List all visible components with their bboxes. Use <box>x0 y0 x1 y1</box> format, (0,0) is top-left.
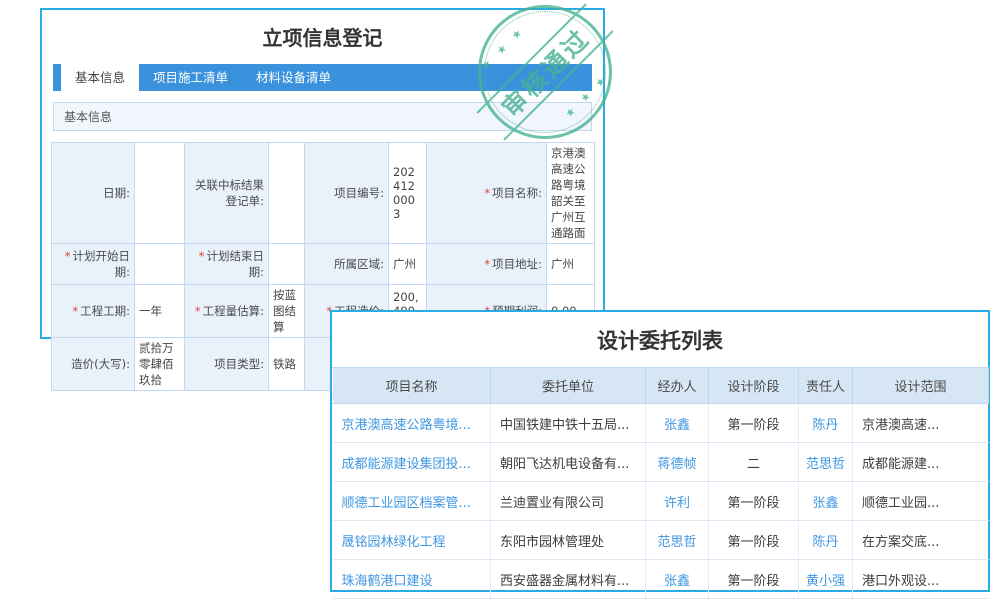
responsible-person-link[interactable]: 陈丹 <box>812 535 838 550</box>
field-label-date: 日期: <box>52 143 135 244</box>
entrusting-unit-cell: 兰迪置业有限公司 <box>491 482 646 521</box>
required-star: * <box>199 249 205 263</box>
project-name-link[interactable]: 成都能源建设集团投... <box>342 457 471 472</box>
field-value-project-duration: 一年 <box>135 285 185 338</box>
handler-link[interactable]: 范思哲 <box>657 535 696 550</box>
field-label-project-duration: *工程工期: <box>52 285 135 338</box>
field-value-project-type: 铁路 <box>269 338 305 391</box>
field-value-cost-in-words: 贰拾万零肆佰玖拾 <box>135 338 185 391</box>
field-label-project-address: *项目地址: <box>427 244 547 285</box>
field-value-project-address: 广州 <box>547 244 595 285</box>
field-value-project-number: 2024120003 <box>389 143 427 244</box>
design-stage-cell: 第一阶段 <box>709 404 799 443</box>
table-row: 晟铭园林绿化工程 东阳市园林管理处 范思哲 第一阶段 陈丹 在方案交底... <box>333 521 989 560</box>
design-stage-cell: 第一阶段 <box>709 521 799 560</box>
tab-bar: 基本信息 项目施工清单 材料设备清单 <box>53 64 592 91</box>
required-star: * <box>72 304 78 318</box>
field-label-region: 所属区域: <box>305 244 389 285</box>
field-label-project-type: 项目类型: <box>185 338 269 391</box>
form-row: 日期: 关联中标结果登记单: 项目编号: 2024120003 *项目名称: 京… <box>52 143 595 244</box>
field-label-cost-in-words: 造价(大写): <box>52 338 135 391</box>
field-value-linked-bid-result <box>269 143 305 244</box>
col-header-responsible-person: 责任人 <box>799 368 853 404</box>
field-label-project-name: *项目名称: <box>427 143 547 244</box>
tab-material-equipment-list[interactable]: 材料设备清单 <box>242 64 345 91</box>
table-row: 京港澳高速公路粤境... 中国铁建中铁十五局... 张鑫 第一阶段 陈丹 京港澳… <box>333 404 989 443</box>
responsible-person-link[interactable]: 范思哲 <box>806 457 845 472</box>
required-star: * <box>484 186 490 200</box>
design-stage-cell: 第一阶段 <box>709 482 799 521</box>
responsible-person-link[interactable]: 张鑫 <box>812 496 838 511</box>
design-list-title: 设计委托列表 <box>332 312 988 367</box>
project-name-link[interactable]: 珠海鹤港口建设 <box>342 574 433 589</box>
handler-link[interactable]: 张鑫 <box>664 574 690 589</box>
required-star: * <box>65 249 71 263</box>
field-label-quantity-estimate: *工程量估算: <box>185 285 269 338</box>
design-list-panel: 设计委托列表 项目名称 委托单位 经办人 设计阶段 责任人 设计范围 京港澳高速… <box>330 310 990 592</box>
field-value-project-name: 京港澳高速公路粤境韶关至广州互通路面 <box>547 143 595 244</box>
col-header-project-name: 项目名称 <box>333 368 491 404</box>
field-value-region: 广州 <box>389 244 427 285</box>
design-scope-cell: 顺德工业园... <box>853 482 989 521</box>
col-header-design-stage: 设计阶段 <box>709 368 799 404</box>
table-row: 顺德工业园区档案管... 兰迪置业有限公司 许利 第一阶段 张鑫 顺德工业园..… <box>333 482 989 521</box>
col-header-entrusting-unit: 委托单位 <box>491 368 646 404</box>
required-star: * <box>195 304 201 318</box>
handler-link[interactable]: 张鑫 <box>664 418 690 433</box>
field-label-project-number: 项目编号: <box>305 143 389 244</box>
project-name-link[interactable]: 晟铭园林绿化工程 <box>342 535 446 550</box>
registration-panel: 立项信息登记 基本信息 项目施工清单 材料设备清单 基本信息 日期: 关联中标结… <box>40 8 605 339</box>
field-label-linked-bid-result: 关联中标结果登记单: <box>185 143 269 244</box>
design-stage-cell: 第一阶段 <box>709 560 799 599</box>
form-row: *计划开始日期: *计划结束日期: 所属区域: 广州 *项目地址: 广州 <box>52 244 595 285</box>
entrusting-unit-cell: 朝阳飞达机电设备有... <box>491 443 646 482</box>
project-name-link[interactable]: 顺德工业园区档案管... <box>342 496 471 511</box>
field-value-plan-start-date <box>135 244 185 285</box>
responsible-person-link[interactable]: 黄小强 <box>806 574 845 589</box>
design-list-header-row: 项目名称 委托单位 经办人 设计阶段 责任人 设计范围 <box>333 368 989 404</box>
tab-construction-list[interactable]: 项目施工清单 <box>139 64 242 91</box>
handler-link[interactable]: 许利 <box>664 496 690 511</box>
design-list-table: 项目名称 委托单位 经办人 设计阶段 责任人 设计范围 京港澳高速公路粤境...… <box>332 367 989 599</box>
project-name-link[interactable]: 京港澳高速公路粤境... <box>342 418 471 433</box>
design-scope-cell: 港口外观设... <box>853 560 989 599</box>
table-row: 成都能源建设集团投... 朝阳飞达机电设备有... 蒋德帧 二 范思哲 成都能源… <box>333 443 989 482</box>
design-scope-cell: 京港澳高速... <box>853 404 989 443</box>
field-value-plan-end-date <box>269 244 305 285</box>
field-value-quantity-estimate: 按蓝图结算 <box>269 285 305 338</box>
handler-link[interactable]: 蒋德帧 <box>657 457 696 472</box>
design-stage-cell: 二 <box>709 443 799 482</box>
required-star: * <box>484 257 490 271</box>
tab-basic-info[interactable]: 基本信息 <box>61 64 139 91</box>
section-header-basic-info: 基本信息 <box>53 102 592 131</box>
design-scope-cell: 成都能源建... <box>853 443 989 482</box>
field-label-plan-start-date: *计划开始日期: <box>52 244 135 285</box>
col-header-design-scope: 设计范围 <box>853 368 989 404</box>
col-header-handler: 经办人 <box>646 368 709 404</box>
design-scope-cell: 在方案交底... <box>853 521 989 560</box>
field-value-date <box>135 143 185 244</box>
entrusting-unit-cell: 东阳市园林管理处 <box>491 521 646 560</box>
field-label-plan-end-date: *计划结束日期: <box>185 244 269 285</box>
screen: { "registration_panel": { "title": "立项信息… <box>0 0 1000 600</box>
table-row: 珠海鹤港口建设 西安盛器金属材料有... 张鑫 第一阶段 黄小强 港口外观设..… <box>333 560 989 599</box>
entrusting-unit-cell: 中国铁建中铁十五局... <box>491 404 646 443</box>
responsible-person-link[interactable]: 陈丹 <box>812 418 838 433</box>
registration-panel-title: 立项信息登记 <box>42 22 603 51</box>
entrusting-unit-cell: 西安盛器金属材料有... <box>491 560 646 599</box>
